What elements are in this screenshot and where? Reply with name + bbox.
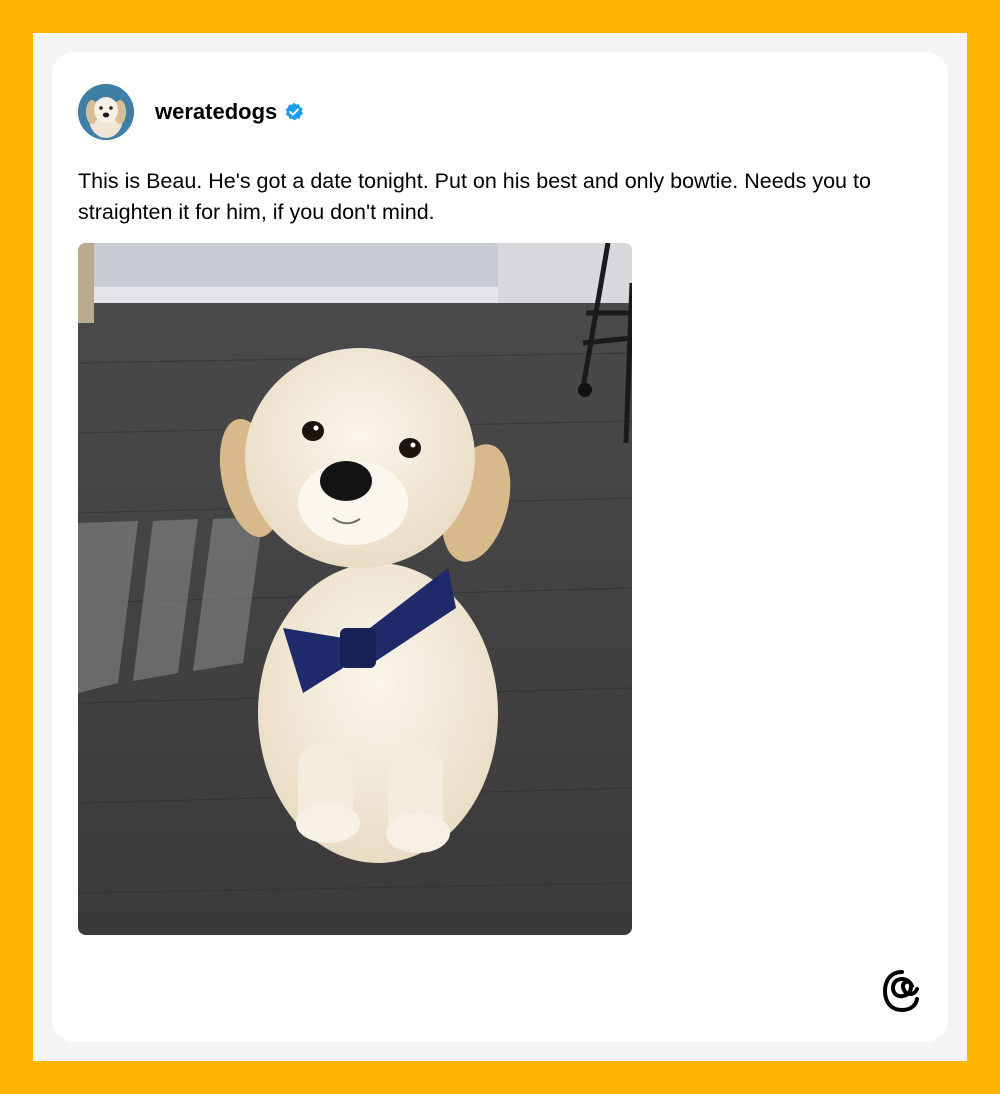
photo-golden-retriever-puppy-with-navy-bowtie (78, 243, 632, 935)
post-card: weratedogs This is Beau. He's got a date… (52, 52, 948, 1042)
outer-frame: weratedogs This is Beau. He's got a date… (33, 33, 967, 1061)
avatar-dog-icon (78, 84, 134, 140)
username[interactable]: weratedogs (155, 99, 277, 125)
avatar[interactable] (78, 84, 134, 140)
post-header: weratedogs (78, 84, 304, 140)
verified-badge-icon (284, 102, 304, 122)
threads-logo-icon[interactable] (882, 969, 922, 1013)
post-text: This is Beau. He's got a date tonight. P… (78, 169, 871, 224)
post-image[interactable] (78, 243, 632, 935)
